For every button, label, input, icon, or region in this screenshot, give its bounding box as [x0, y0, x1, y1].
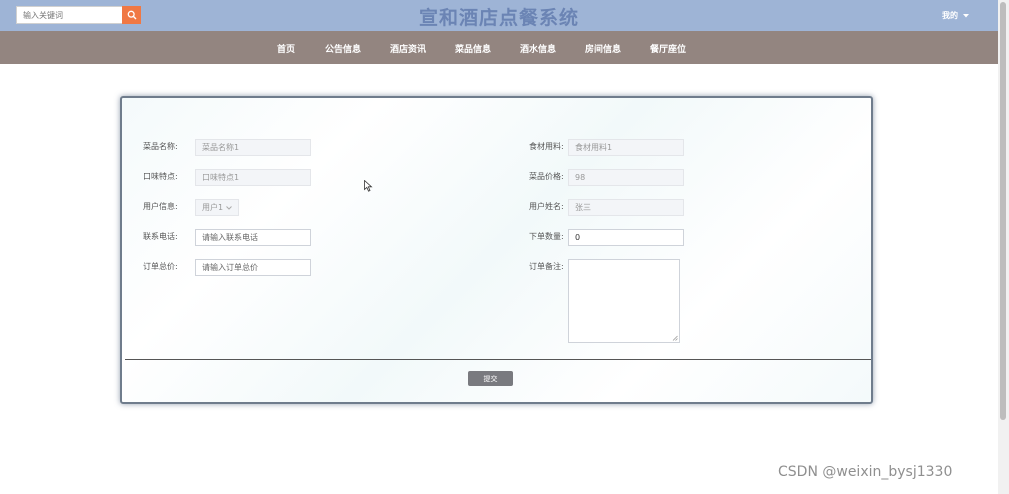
submit-button[interactable]: 提交: [468, 371, 513, 386]
nav-item-rooms[interactable]: 房间信息: [585, 42, 621, 55]
page-scrollbar[interactable]: [998, 0, 1009, 494]
user-menu-label: 我的: [942, 11, 958, 20]
price-field: 98: [568, 169, 684, 186]
total-price-label: 订单总价:: [143, 262, 178, 271]
nav-item-seats[interactable]: 餐厅座位: [650, 42, 686, 55]
phone-input[interactable]: 请输入联系电话: [195, 229, 311, 246]
price-label: 菜品价格:: [529, 172, 564, 181]
nav-item-hotel-news[interactable]: 酒店资讯: [390, 42, 426, 55]
watermark-text: CSDN @weixin_bysj1330: [778, 464, 953, 480]
scrollbar-thumb[interactable]: [1000, 2, 1006, 420]
phone-label: 联系电话:: [143, 232, 178, 241]
user-info-value: 用户1: [202, 203, 224, 212]
user-info-select[interactable]: 用户1: [195, 199, 239, 216]
ingredients-field: 食材用料1: [568, 139, 684, 156]
form-divider: [125, 359, 871, 360]
remark-label: 订单备注:: [529, 262, 564, 271]
quantity-input[interactable]: 0: [568, 229, 684, 246]
ingredients-label: 食材用料:: [529, 142, 564, 151]
chevron-down-icon: [226, 205, 232, 210]
nav-item-dishes[interactable]: 菜品信息: [455, 42, 491, 55]
taste-label: 口味特点:: [143, 172, 178, 181]
main-nav: 首页 公告信息 酒店资讯 菜品信息 酒水信息 房间信息 餐厅座位: [0, 31, 998, 64]
dish-name-field: 菜品名称1: [195, 139, 311, 156]
top-header: 宣和酒店点餐系统 我的: [0, 0, 998, 31]
nav-item-drinks[interactable]: 酒水信息: [520, 42, 556, 55]
taste-field: 口味特点1: [195, 169, 311, 186]
quantity-label: 下单数量:: [529, 232, 564, 241]
dish-name-label: 菜品名称:: [143, 142, 178, 151]
user-menu[interactable]: 我的: [942, 10, 969, 21]
user-info-label: 用户信息:: [143, 202, 178, 211]
site-title: 宣和酒店点餐系统: [418, 7, 579, 29]
nav-item-home[interactable]: 首页: [277, 42, 295, 55]
total-price-input[interactable]: 请输入订单总价: [195, 259, 311, 276]
nav-item-announcements[interactable]: 公告信息: [325, 42, 361, 55]
remark-textarea[interactable]: [568, 259, 680, 343]
caret-down-icon: [963, 13, 969, 17]
user-name-field: 张三: [568, 199, 684, 216]
order-form-card: 菜品名称: 菜品名称1 口味特点: 口味特点1 用户信息: 用户1 联系电话: …: [120, 96, 873, 404]
resize-handle-icon[interactable]: [672, 335, 678, 341]
user-name-label: 用户姓名:: [529, 202, 564, 211]
mouse-cursor-icon: [364, 180, 373, 192]
